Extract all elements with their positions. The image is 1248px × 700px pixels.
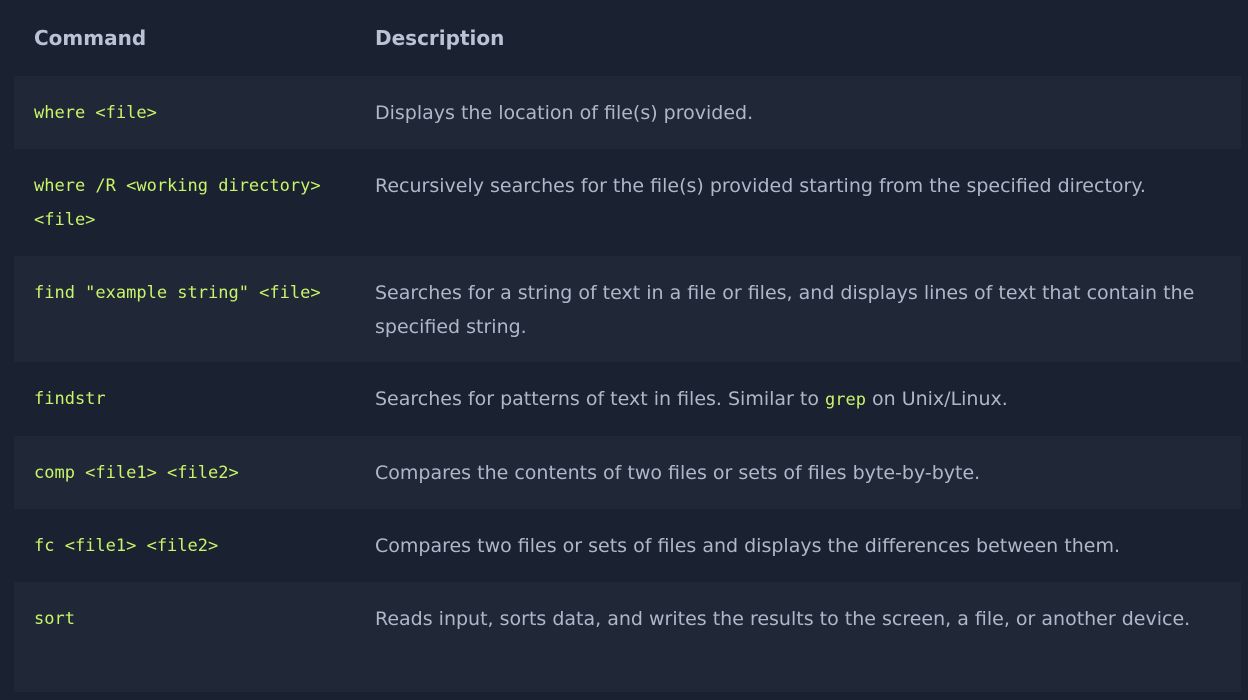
command-cell: where /R <working directory> <file>: [14, 169, 375, 237]
description-text: Recursively searches for the file(s) pro…: [375, 175, 1146, 197]
description-text: Compares the contents of two files or se…: [375, 462, 981, 484]
command-code: sort: [34, 609, 75, 629]
description-cell: Compares the contents of two files or se…: [375, 456, 1241, 490]
description-cell: Reads input, sorts data, and writes the …: [375, 602, 1241, 636]
header-command-label: Command: [34, 26, 147, 50]
description-cell: Displays the location of file(s) provide…: [375, 96, 1241, 130]
description-text: Searches for a string of text in a file …: [375, 282, 1195, 338]
inline-code-grep: grep: [825, 390, 866, 410]
description-cell: Recursively searches for the file(s) pro…: [375, 169, 1241, 203]
description-text: Compares two files or sets of files and …: [375, 535, 1120, 557]
description-cell: Compares two files or sets of files and …: [375, 529, 1241, 563]
table-header-row: Command Description: [14, 0, 1241, 76]
header-cell-command: Command: [14, 26, 375, 50]
description-cell: Searches for a string of text in a file …: [375, 276, 1241, 344]
command-cell: comp <file1> <file2>: [14, 456, 375, 490]
command-code: where <file>: [34, 103, 157, 123]
command-code: where /R <working directory> <file>: [34, 176, 321, 230]
table-row: where <file> Displays the location of fi…: [14, 76, 1241, 149]
command-code: find "example string" <file>: [34, 283, 321, 303]
table-row: find "example string" <file> Searches fo…: [14, 256, 1241, 362]
header-cell-description: Description: [375, 26, 1241, 50]
command-code: fc <file1> <file2>: [34, 536, 219, 556]
description-cell: Searches for patterns of text in files. …: [375, 382, 1241, 417]
command-code: findstr: [34, 389, 106, 409]
command-cell: findstr: [14, 382, 375, 416]
command-cell: where <file>: [14, 96, 375, 130]
description-text-after: on Unix/Linux.: [865, 388, 1008, 410]
commands-table: Command Description where <file> Display…: [14, 0, 1241, 692]
command-cell: fc <file1> <file2>: [14, 529, 375, 563]
table-row: findstr Searches for patterns of text in…: [14, 362, 1241, 436]
table-row: sort Reads input, sorts data, and writes…: [14, 582, 1241, 692]
description-text: Reads input, sorts data, and writes the …: [375, 608, 1191, 630]
description-text-before: Searches for patterns of text in files. …: [375, 388, 825, 410]
description-text: Displays the location of file(s) provide…: [375, 102, 754, 124]
command-cell: sort: [14, 602, 375, 636]
table-row: comp <file1> <file2> Compares the conten…: [14, 436, 1241, 509]
table-row: where /R <working directory> <file> Recu…: [14, 149, 1241, 256]
table-row: fc <file1> <file2> Compares two files or…: [14, 509, 1241, 582]
command-cell: find "example string" <file>: [14, 276, 375, 310]
header-description-label: Description: [375, 26, 505, 50]
command-code: comp <file1> <file2>: [34, 463, 239, 483]
description-text: Searches for patterns of text in files. …: [375, 382, 1201, 417]
